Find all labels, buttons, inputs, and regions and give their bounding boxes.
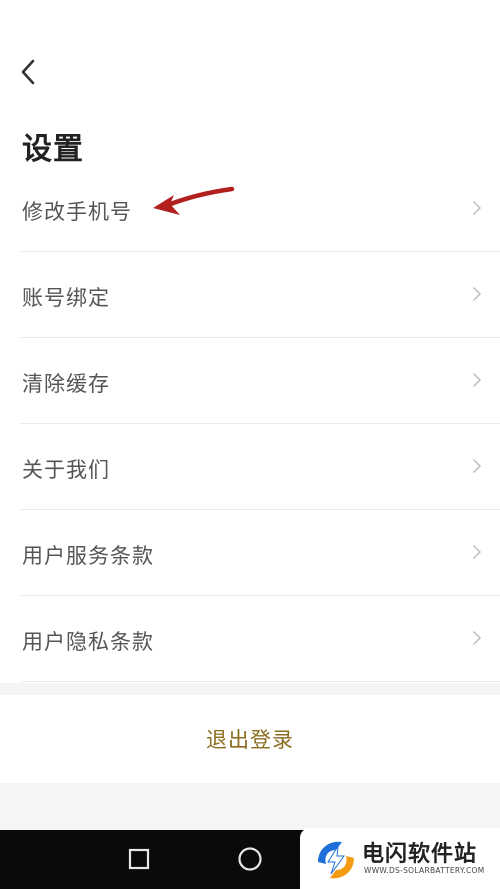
chevron-right-icon [473,287,481,301]
chevron-right-icon [473,201,481,215]
chevron-right-icon [473,545,481,559]
setting-item-clear-cache[interactable]: 清除缓存 [20,338,500,424]
setting-item-account-binding[interactable]: 账号绑定 [20,252,500,338]
setting-item-about-us[interactable]: 关于我们 [20,424,500,510]
watermark-title: 电闪软件站 [362,842,478,867]
section-gap [0,683,500,695]
setting-item-terms-of-service[interactable]: 用户服务条款 [20,510,500,596]
chevron-left-icon [21,59,35,85]
setting-item-label: 用户隐私条款 [22,630,154,654]
logout-button[interactable]: 退出登录 [0,695,500,783]
setting-item-label: 关于我们 [22,458,110,482]
setting-item-label: 清除缓存 [22,372,110,396]
chevron-right-icon [473,631,481,645]
square-icon [128,848,150,870]
logout-section: 退出登录 [0,695,500,783]
watermark: 电闪软件站 WWW.DS-SOLARBATTERY.COM [300,828,500,889]
setting-item-change-phone[interactable]: 修改手机号 [20,166,500,252]
recent-apps-button[interactable] [124,844,154,874]
settings-list: 修改手机号 账号绑定 清除缓存 关于我们 用户服务条款 用户隐私条款 [0,166,500,682]
back-button[interactable] [10,52,46,92]
page-bottom [0,783,500,830]
setting-item-privacy-policy[interactable]: 用户隐私条款 [20,596,500,682]
home-button[interactable] [235,844,265,874]
setting-item-label: 用户服务条款 [22,544,154,568]
chevron-right-icon [473,459,481,473]
setting-item-label: 修改手机号 [22,200,132,224]
watermark-subtitle: WWW.DS-SOLARBATTERY.COM [364,866,485,875]
setting-item-label: 账号绑定 [22,286,110,310]
site-logo-icon [318,841,354,879]
chevron-right-icon [473,373,481,387]
page-title: 设置 [22,132,84,167]
circle-icon [238,847,262,871]
